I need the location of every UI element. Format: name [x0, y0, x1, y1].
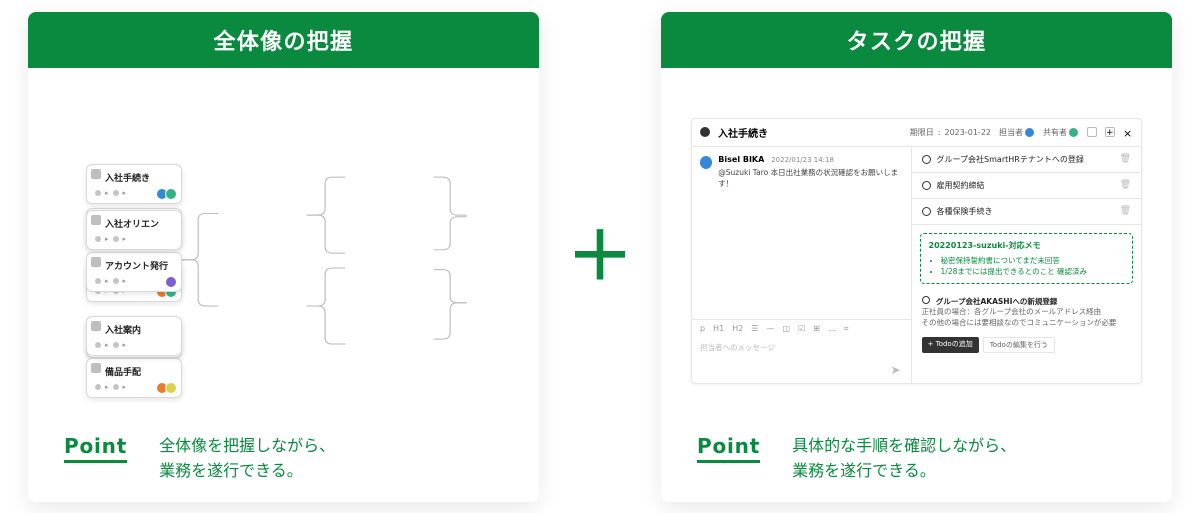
add-icon[interactable]: +	[1105, 127, 1115, 137]
tb-h1[interactable]: H1	[711, 324, 726, 333]
flag-icon	[91, 169, 101, 179]
point-label: Point	[64, 434, 127, 463]
node-orien[interactable]: 入社オリエン ▸▸	[86, 210, 182, 250]
due-meta: 期限日: 2023-01-22	[910, 127, 991, 138]
tb-check[interactable]: ☑	[796, 324, 807, 333]
sub-title: グループ会社AKASHIへの新規登録	[936, 297, 1057, 306]
tb-h2[interactable]: H2	[730, 324, 745, 333]
comment-name: Bisel BIKA	[718, 155, 764, 164]
banner-task: タスクの把握	[661, 12, 1172, 68]
diagram: オファー面談 ▸▸ 内定通知書 ▸▸ 各種ヒアリング ▸▸	[86, 144, 509, 392]
node-bihin[interactable]: 備品手配 ▸▸	[86, 358, 182, 398]
tb-table[interactable]: ⊞	[811, 324, 822, 333]
flag-icon	[91, 257, 101, 267]
task-panel: 入社手続き 期限日: 2023-01-22 担当者 共有者 +	[691, 118, 1142, 384]
node-title: 備品手配	[105, 365, 173, 378]
memo-list: 秘密保持誓約書についてまだ未回答 1/28までには提出できるとのこと 確認済み	[929, 255, 1124, 278]
right-pane: グループ会社SmartHRテナントへの登録 🗑 雇用契約締結 🗑 各種保険手続き…	[912, 147, 1141, 383]
sub-task: グループ会社AKASHIへの新規登録 正社員の場合：各グループ会社のメールアドレ…	[912, 292, 1141, 333]
check-item-2[interactable]: 各種保険手続き 🗑	[912, 199, 1141, 225]
node-meta: ▸▸	[95, 341, 173, 349]
share-label: 共有者	[1043, 127, 1067, 138]
check-label: 雇用契約締結	[937, 180, 1114, 191]
edit-todo-button[interactable]: Todoの編集を行う	[983, 337, 1055, 353]
comment-time: 2022/01/23 14:18	[771, 156, 834, 164]
checkbox-icon[interactable]	[922, 155, 931, 164]
memo-title: 20220123-suzuki-対応メモ	[929, 240, 1124, 251]
point-row: Point 具体的な手順を確認しながら、 業務を遂行できる。	[697, 434, 1152, 484]
point-text: 全体像を把握しながら、 業務を遂行できる。	[159, 434, 335, 484]
stage: 全体像の把握 オファー面談 ▸▸	[0, 0, 1200, 513]
panel-split: Bisel BIKA 2022/01/23 14:18 @Suzuki Taro…	[692, 147, 1141, 383]
panel-header: 入社手続き 期限日: 2023-01-22 担当者 共有者 +	[692, 119, 1141, 147]
point-label: Point	[697, 434, 760, 463]
comment: Bisel BIKA 2022/01/23 14:18 @Suzuki Taro…	[692, 147, 911, 197]
trash-icon[interactable]: 🗑	[1120, 154, 1131, 164]
check-label: 各種保険手続き	[937, 206, 1114, 217]
memo-item: 秘密保持誓約書についてまだ未回答	[941, 255, 1124, 266]
banner-overview: 全体像の把握	[28, 12, 539, 68]
editor-toolbar[interactable]: p H1 H2 ☰ — ◫ ☑ ⊞ … ⌗	[692, 319, 911, 338]
trash-icon[interactable]	[1087, 127, 1097, 137]
checkbox-icon[interactable]	[922, 181, 931, 190]
memo-block: 20220123-suzuki-対応メモ 秘密保持誓約書についてまだ未回答 1/…	[920, 233, 1133, 285]
tb-more[interactable]: …	[826, 324, 838, 333]
panel-title: 入社手続き	[718, 125, 902, 140]
plus-icon: ＋	[567, 224, 633, 290]
send-icon[interactable]: ➤	[880, 357, 910, 383]
node-title: 入社案内	[105, 323, 173, 336]
tb-quote[interactable]: ◫	[780, 324, 792, 333]
node-account[interactable]: アカウント発行 ▸▸	[86, 252, 182, 292]
owner-label: 担当者	[999, 127, 1023, 138]
tb-grid[interactable]: ⌗	[842, 324, 851, 334]
check-label: グループ会社SmartHRテナントへの登録	[937, 154, 1114, 165]
card-body-task: 入社手続き 期限日: 2023-01-22 担当者 共有者 +	[661, 68, 1172, 502]
point-row: Point 全体像を把握しながら、 業務を遂行できる。	[64, 434, 519, 484]
checkbox-icon[interactable]	[922, 296, 930, 304]
card-body-overview: オファー面談 ▸▸ 内定通知書 ▸▸ 各種ヒアリング ▸▸	[28, 68, 539, 502]
avatars	[159, 188, 177, 200]
tb-list[interactable]: ☰	[749, 324, 760, 333]
node-title: 入社手続き	[105, 171, 173, 184]
check-item-1[interactable]: 雇用契約締結 🗑	[912, 173, 1141, 199]
share-avatar	[1068, 127, 1079, 138]
due-label: 期限日	[910, 127, 934, 138]
trash-icon[interactable]: 🗑	[1120, 180, 1131, 190]
avatars	[168, 276, 177, 288]
point-text: 具体的な手順を確認しながら、 業務を遂行できる。	[792, 434, 1016, 484]
comment-body: @Suzuki Taro 本日出社業務の状況確認をお願いします！	[718, 167, 902, 189]
memo-item: 1/28までには提出できるとのこと 確認済み	[941, 266, 1124, 277]
node-title: アカウント発行	[105, 259, 173, 272]
check-item-0[interactable]: グループ会社SmartHRテナントへの登録 🗑	[912, 147, 1141, 173]
node-meta: ▸▸	[95, 235, 173, 243]
tb-rule[interactable]: —	[764, 324, 776, 333]
node-meta: ▸▸	[95, 277, 173, 285]
close-icon[interactable]: ×	[1123, 127, 1133, 137]
avatars	[159, 382, 177, 394]
todo-buttons: + Todoの追加 Todoの編集を行う	[912, 333, 1141, 361]
checkbox-icon[interactable]	[922, 207, 931, 216]
flag-icon	[91, 321, 101, 331]
node-title: 入社オリエン	[105, 217, 173, 230]
tb-p[interactable]: p	[698, 324, 707, 333]
left-pane: Bisel BIKA 2022/01/23 14:18 @Suzuki Taro…	[692, 147, 912, 383]
owner-meta: 担当者	[999, 127, 1035, 138]
flag-icon	[91, 363, 101, 373]
avatar-icon	[700, 127, 710, 137]
due-value: 2023-01-22	[945, 128, 992, 137]
flag-icon	[91, 215, 101, 225]
editor-hint[interactable]: 担当者へのメッセージ	[692, 338, 911, 357]
node-annai[interactable]: 入社案内 ▸▸	[86, 316, 182, 356]
card-task: タスクの把握 入社手続き 期限日: 2023-01-22 担当者 共有者	[661, 12, 1172, 502]
owner-avatar	[1024, 127, 1035, 138]
card-overview: 全体像の把握 オファー面談 ▸▸	[28, 12, 539, 502]
trash-icon[interactable]: 🗑	[1120, 206, 1131, 216]
comment-avatar	[700, 156, 712, 169]
share-meta: 共有者	[1043, 127, 1079, 138]
sub-desc: 正社員の場合：各グループ会社のメールアドレス経由 その他の場合には要相談なのでコ…	[922, 307, 1131, 329]
add-todo-button[interactable]: + Todoの追加	[922, 337, 979, 353]
node-nyusha[interactable]: 入社手続き ▸▸	[86, 164, 182, 204]
